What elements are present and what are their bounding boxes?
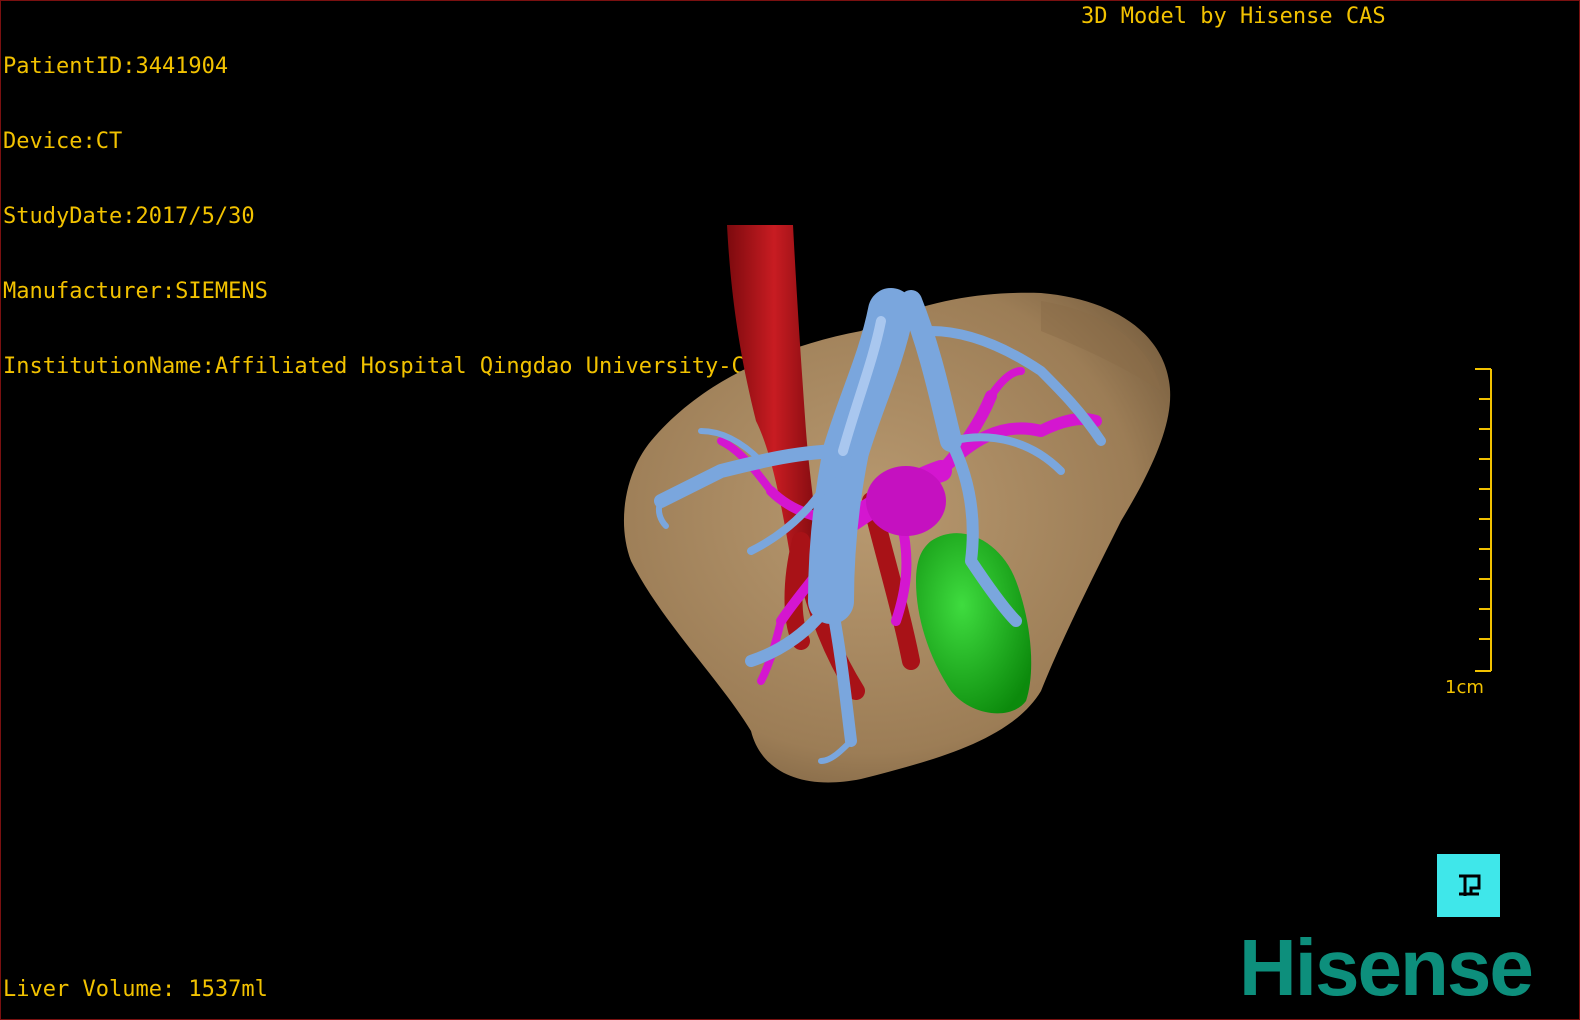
- reset-view-button[interactable]: [1437, 854, 1500, 917]
- reset-view-icon: [1458, 874, 1480, 896]
- 3d-viewport[interactable]: PatientID:3441904 Device:CT StudyDate:20…: [0, 0, 1580, 1020]
- magenta-mass: [866, 466, 946, 536]
- scale-label: 1cm: [1445, 677, 1484, 698]
- liver-3d-model[interactable]: [1, 1, 1579, 1019]
- liver-volume: Liver Volume: 1537ml: [3, 977, 268, 1002]
- brand-logo: Hisense: [1239, 923, 1534, 1012]
- scale-bar: [1475, 368, 1492, 672]
